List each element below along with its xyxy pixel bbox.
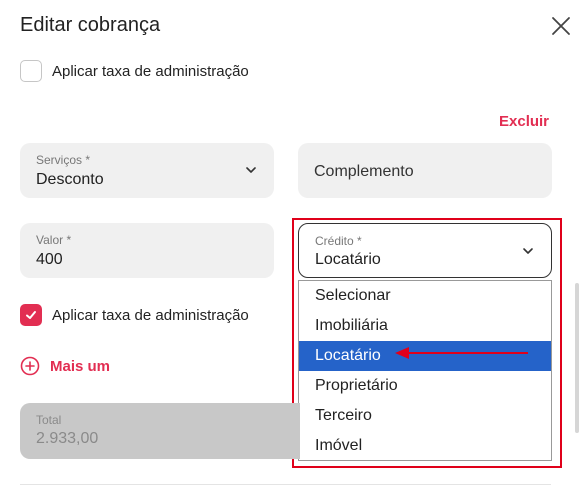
admin-fee-label: Aplicar taxa de administração (52, 306, 249, 324)
scrollbar[interactable] (575, 283, 579, 433)
valor-field[interactable]: Valor * 400 (20, 223, 274, 278)
credito-option[interactable]: Selecionar (299, 281, 551, 311)
servicos-label: Serviços * (36, 153, 91, 167)
total-label: Total (36, 413, 62, 427)
complemento-field[interactable]: Complemento (298, 143, 552, 198)
top-admin-fee-label: Aplicar taxa de administração (52, 62, 249, 80)
credito-select[interactable]: Crédito * Locatário (298, 223, 552, 278)
delete-link[interactable]: Excluir (499, 113, 549, 130)
credito-value: Locatário (315, 251, 381, 268)
credito-option[interactable]: Proprietário (299, 371, 551, 401)
chevron-down-icon (246, 167, 256, 173)
credito-option-selected[interactable]: Locatário (299, 341, 551, 371)
valor-value: 400 (36, 251, 63, 268)
add-another-button[interactable]: Mais um (20, 356, 110, 376)
credito-option[interactable]: Terceiro (299, 401, 551, 431)
checkmark-icon (26, 311, 36, 319)
servicos-value: Desconto (36, 171, 104, 188)
add-another-label: Mais um (50, 357, 111, 375)
plus-circle-icon (20, 356, 40, 376)
chevron-down-icon (523, 248, 533, 254)
total-field: Total 2.933,00 (20, 403, 300, 459)
modal-title: Editar cobrança (20, 14, 161, 36)
top-admin-fee-checkbox[interactable] (20, 60, 42, 82)
total-value: 2.933,00 (36, 430, 99, 447)
admin-fee-checkbox[interactable] (20, 304, 42, 326)
credito-option[interactable]: Imóvel (299, 431, 551, 461)
credito-option[interactable]: Imobiliária (299, 311, 551, 341)
servicos-select[interactable]: Serviços * Desconto (20, 143, 274, 198)
close-icon[interactable] (549, 14, 573, 38)
credito-label: Crédito * (315, 234, 362, 248)
complemento-placeholder: Complemento (314, 163, 414, 180)
valor-label: Valor * (36, 233, 72, 247)
admin-fee-row[interactable]: Aplicar taxa de administração (20, 304, 249, 326)
credito-dropdown-list: Selecionar Imobiliária Locatário Proprie… (298, 280, 552, 461)
top-admin-fee-row[interactable]: Aplicar taxa de administração (20, 60, 249, 82)
divider (20, 484, 551, 485)
